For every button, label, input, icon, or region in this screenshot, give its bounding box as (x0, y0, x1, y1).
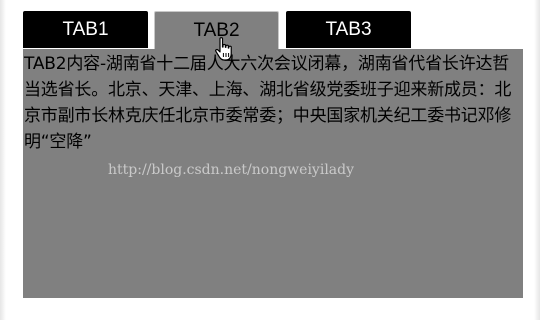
tab-content-text: TAB2内容-湖南省十二届人大六次会议闭幕，湖南省代省长许达哲当选省长。北京、天… (24, 54, 512, 152)
tab-1[interactable]: TAB1 (23, 11, 148, 48)
tab-content-panel: TAB2内容-湖南省十二届人大六次会议闭幕，湖南省代省长许达哲当选省长。北京、天… (23, 49, 523, 298)
tab-2[interactable]: TAB2 (154, 11, 279, 49)
tab-bar: TAB1 TAB2 TAB3 (23, 11, 523, 49)
window-edge-left (0, 0, 6, 320)
tab-3[interactable]: TAB3 (286, 11, 411, 48)
window-edge-right (534, 0, 540, 320)
